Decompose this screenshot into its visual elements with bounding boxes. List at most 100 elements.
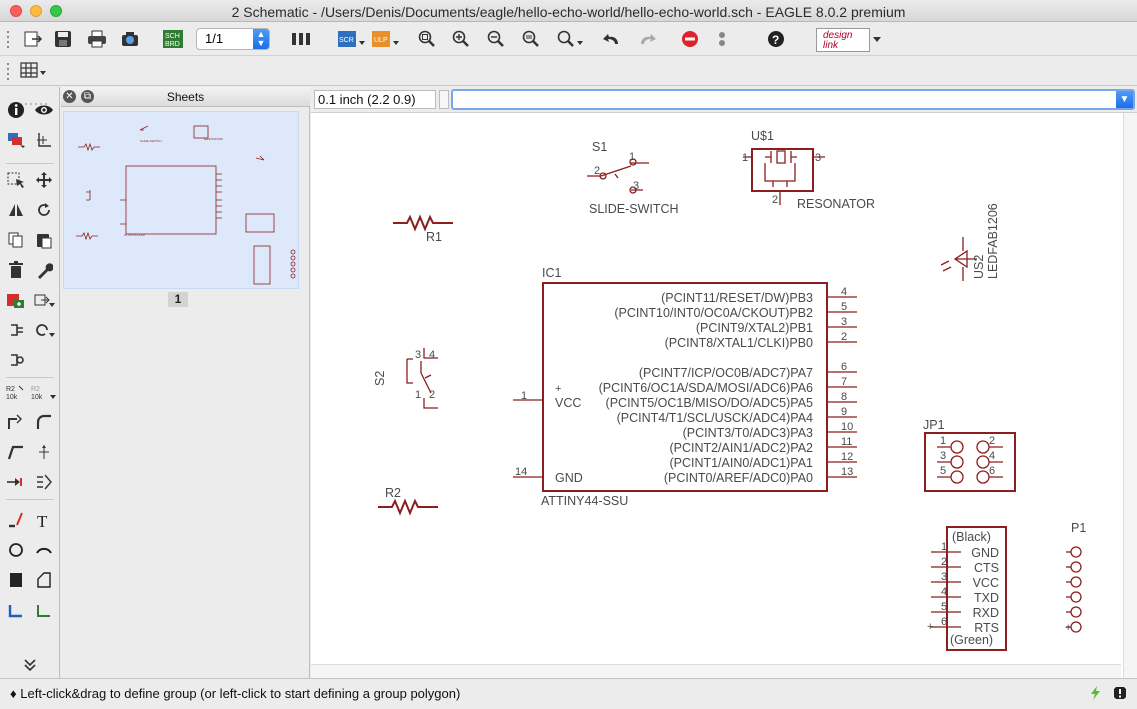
go-icon[interactable] xyxy=(709,27,735,51)
zoom-fit-icon[interactable] xyxy=(414,27,440,51)
ftdi-header[interactable]: (Black) 1 GND2 CTS3 VCC4 TXD5 RXD6 RTS + (Gree… xyxy=(927,526,1007,651)
wrench-icon[interactable] xyxy=(30,257,58,283)
svg-text:BRD: BRD xyxy=(165,41,180,48)
close-icon[interactable]: ✕ xyxy=(63,90,76,103)
horizontal-scrollbar[interactable] xyxy=(311,664,1121,678)
erc-icon[interactable] xyxy=(30,469,58,495)
circle-icon[interactable] xyxy=(2,537,30,563)
design-link-label: design link xyxy=(823,30,853,51)
value-tool-icon[interactable]: R2 10k xyxy=(30,379,58,405)
main-toolbar: SCH BRD 1/1 ▲ ▼ SCR ULP ? design link xyxy=(0,23,1137,56)
rotate-icon[interactable] xyxy=(30,197,58,223)
layer-settings-icon[interactable] xyxy=(288,27,314,51)
s1-pin-3: 3 xyxy=(633,180,639,192)
add-part-icon[interactable] xyxy=(2,287,30,313)
copy-icon[interactable] xyxy=(2,227,30,253)
pads-p1[interactable]: P1 + xyxy=(1065,521,1086,634)
u1-value: RESONATOR xyxy=(797,197,875,211)
sheets-header: ✕ ⧉ Sheets xyxy=(61,87,310,107)
chevron-updown-icon[interactable]: ▲ ▼ xyxy=(253,29,269,49)
net-icon[interactable] xyxy=(30,597,58,623)
paste-icon[interactable] xyxy=(30,227,58,253)
script-icon[interactable]: SCR xyxy=(336,27,366,51)
grid-icon[interactable] xyxy=(18,58,48,82)
schematic-canvas[interactable]: .sym { stroke:#8b1e1e; fill:none; stroke… xyxy=(311,112,1137,679)
command-input[interactable]: ▼ xyxy=(451,89,1135,110)
arc-icon[interactable] xyxy=(30,537,58,563)
chevron-down-icon[interactable]: ▼ xyxy=(1116,91,1133,108)
p1-pad xyxy=(1070,591,1082,603)
vertical-scrollbar[interactable] xyxy=(1123,113,1137,679)
resonator-u1[interactable]: U$1 1 3 2 RESONATOR xyxy=(742,129,875,211)
ic1-gnd-pin: 14 xyxy=(515,466,527,478)
resistor-r1[interactable]: R1 xyxy=(393,214,453,244)
save-icon[interactable] xyxy=(50,27,76,51)
ic-attiny44[interactable]: IC1 1 14 + VCC GND (PCINT11/RESET/DW)PB3… xyxy=(513,266,857,508)
miter-icon[interactable] xyxy=(30,409,58,435)
name-tool-icon[interactable]: R2 10k xyxy=(2,379,30,405)
split-wire-icon[interactable] xyxy=(2,439,30,465)
ic1-pin-number: 12 xyxy=(841,451,853,463)
optimize-icon[interactable] xyxy=(30,439,58,465)
zoom-redraw-icon[interactable] xyxy=(518,27,544,51)
sheet-selector[interactable]: 1/1 ▲ ▼ xyxy=(196,28,270,50)
polygon-icon[interactable] xyxy=(30,567,58,593)
sheet-number[interactable]: 1 xyxy=(168,292,188,307)
split-icon[interactable] xyxy=(2,347,30,373)
stop-status-icon[interactable] xyxy=(1112,685,1128,701)
r2-name: R2 xyxy=(385,486,401,500)
invoke-icon[interactable] xyxy=(2,317,30,343)
wire-icon[interactable] xyxy=(2,507,30,533)
toolbar-grip[interactable] xyxy=(6,31,10,51)
switch-s2[interactable]: S2 3 4 1 2 xyxy=(373,348,438,409)
undo-icon[interactable] xyxy=(599,27,625,51)
zoom-out-icon[interactable] xyxy=(483,27,509,51)
design-link-button[interactable]: design link xyxy=(816,28,870,52)
header-jp1[interactable]: JP1 1 2 3 4 5 6 xyxy=(923,418,1016,492)
gateswap-icon[interactable] xyxy=(30,317,58,343)
command-bar: 0.1 inch (2.2 0.9) ▼ xyxy=(311,87,1137,112)
ulp-icon[interactable]: ULP xyxy=(370,27,400,51)
resistor-r2[interactable]: R2 xyxy=(378,486,438,516)
mirror-icon[interactable] xyxy=(2,197,30,223)
lightning-icon[interactable] xyxy=(1088,685,1104,701)
show-eye-icon[interactable] xyxy=(30,97,58,123)
ic1-pin-number: 9 xyxy=(841,406,847,418)
mark-icon[interactable] xyxy=(30,127,58,153)
ic1-name: IC1 xyxy=(542,266,562,280)
bus-icon[interactable] xyxy=(2,597,30,623)
chevron-double-down-icon[interactable] xyxy=(16,652,44,678)
stop-icon[interactable] xyxy=(677,27,703,51)
ic1-pin-label: (PCINT0/AREF/ADC0)PA0 xyxy=(664,471,813,485)
toolbar-grip[interactable] xyxy=(6,63,10,83)
smash-icon[interactable] xyxy=(2,409,30,435)
sheet-thumbnail[interactable]: SLIDE-SWITCH RESONATOR ATTINY44-SSU xyxy=(63,111,299,289)
display-layers-icon[interactable] xyxy=(2,127,30,153)
pinswap-icon[interactable] xyxy=(2,469,30,495)
s1-name: S1 xyxy=(592,140,607,154)
ftdi-pin-number: 5 xyxy=(941,601,947,613)
redo-icon[interactable] xyxy=(634,27,660,51)
rectangle-icon[interactable] xyxy=(2,567,30,593)
ic1-vcc-pin: 1 xyxy=(521,390,527,402)
open-icon[interactable] xyxy=(20,27,46,51)
delete-icon[interactable] xyxy=(2,257,30,283)
move-icon[interactable] xyxy=(30,167,58,193)
replace-icon[interactable] xyxy=(30,287,58,313)
cam-processor-icon[interactable] xyxy=(117,27,143,51)
led-us2[interactable]: US2 LEDFAB1206 xyxy=(940,203,1000,281)
text-icon[interactable]: T xyxy=(30,507,58,533)
chevron-down-icon[interactable] xyxy=(870,27,884,51)
ic1-pin-number: 5 xyxy=(841,301,847,313)
switch-board-icon[interactable]: SCH BRD xyxy=(160,27,186,51)
zoom-in-icon[interactable] xyxy=(448,27,474,51)
zoom-select-icon[interactable] xyxy=(556,27,586,51)
slide-switch-s1[interactable]: S1 2 1 3 SLIDE-SWITCH xyxy=(587,140,679,216)
print-icon[interactable] xyxy=(84,27,110,51)
group-select-icon[interactable] xyxy=(2,167,30,193)
undock-icon[interactable]: ⧉ xyxy=(81,90,94,103)
ic1-plus: + xyxy=(555,383,561,395)
help-icon[interactable]: ? xyxy=(763,27,789,51)
info-icon[interactable] xyxy=(2,97,30,123)
ic1-pin-label: (PCINT2/AIN1/ADC2)PA2 xyxy=(669,441,813,455)
